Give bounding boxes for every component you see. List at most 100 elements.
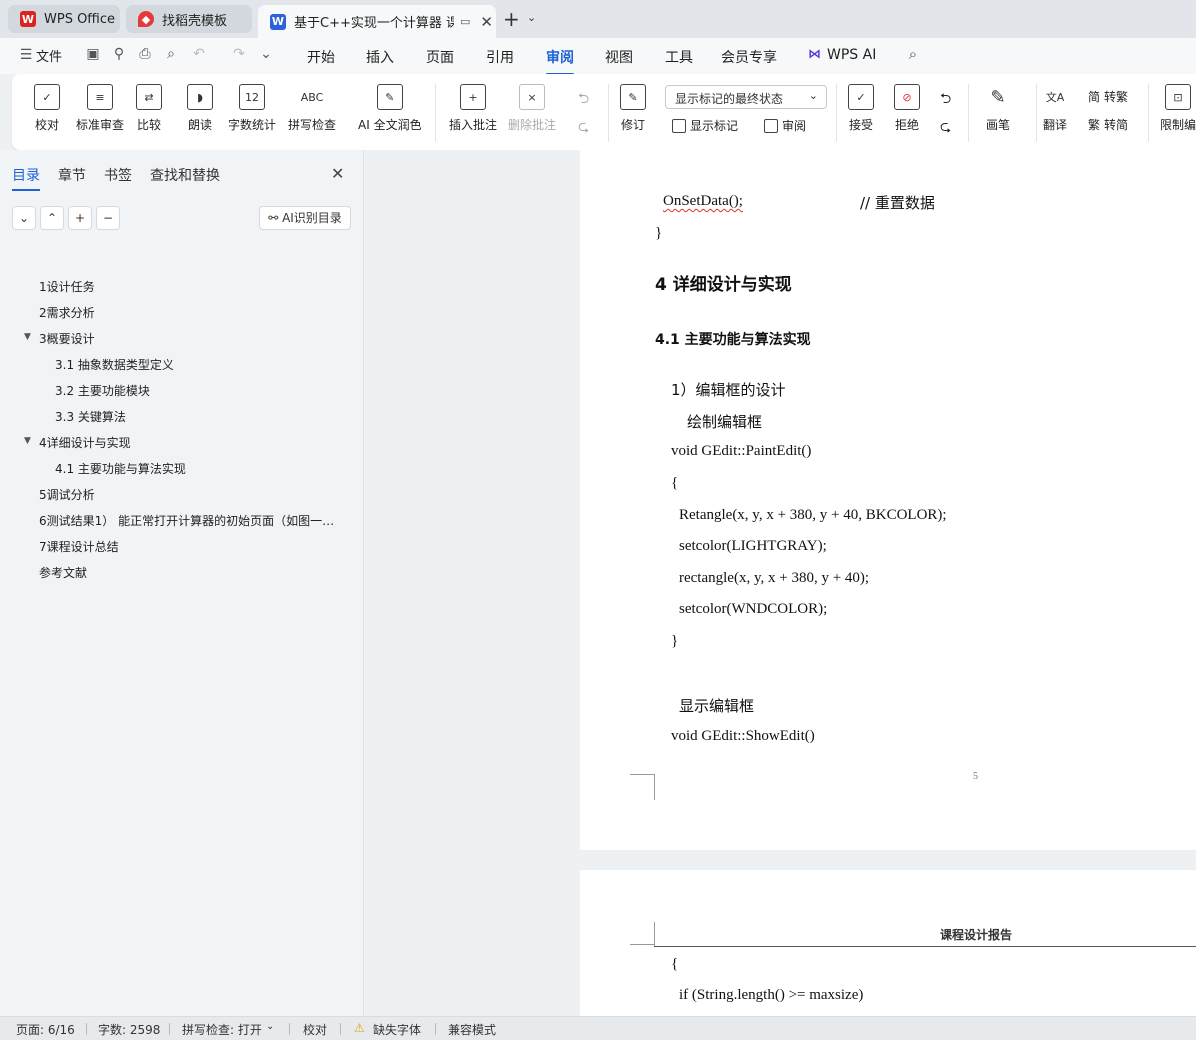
proofread-button[interactable]: ✓ 校对: [34, 84, 60, 133]
margin-mark: [630, 774, 654, 775]
menu-wps-ai[interactable]: WPS AI: [827, 47, 876, 63]
word-count-button[interactable]: 12 字数统计: [228, 84, 276, 133]
new-tab-button[interactable]: +: [503, 7, 520, 31]
save-icon[interactable]: ▣: [85, 46, 101, 62]
insert-comment-button[interactable]: + 插入批注: [449, 84, 497, 133]
tab-label: 基于C++实现一个计算器 课程: [294, 16, 454, 31]
toc-item[interactable]: 6测试结果1） 能正常打开计算器的初始页面（如图一…: [39, 512, 339, 529]
compat-mode-indicator[interactable]: 兼容模式: [448, 1021, 496, 1038]
link-icon[interactable]: ⚲: [111, 46, 127, 62]
close-icon[interactable]: ✕: [331, 164, 344, 183]
toc-item[interactable]: 5调试分析: [39, 486, 95, 503]
accept-button[interactable]: ✓ 接受: [848, 84, 874, 133]
word-count-indicator[interactable]: 字数: 2598: [98, 1021, 160, 1038]
nav-tab-toc[interactable]: 目录: [12, 165, 40, 191]
toc-item[interactable]: 7课程设计总结: [39, 538, 119, 555]
more-chevron-icon[interactable]: ⌄: [258, 46, 274, 62]
review-pane-button[interactable]: 审阅: [764, 117, 806, 134]
ai-polish-button[interactable]: ✎ AI 全文润色: [358, 84, 422, 133]
toc-item[interactable]: 3.2 主要功能模块: [55, 382, 150, 399]
search-icon[interactable]: ⌕: [905, 46, 921, 62]
divider: [968, 84, 969, 142]
prev-comment-icon[interactable]: ⮌: [578, 88, 589, 112]
collapse-all-icon[interactable]: ⌄: [12, 206, 36, 230]
close-tab-icon[interactable]: ✕: [480, 13, 493, 31]
docer-logo-icon: ◆: [138, 11, 154, 27]
std-review-button[interactable]: ≡ 标准审查: [76, 84, 124, 133]
revise-button[interactable]: ✎ 修订: [620, 84, 646, 133]
toc-item[interactable]: 参考文献: [39, 564, 87, 581]
std-review-icon: ≡: [87, 84, 113, 110]
menu-tools[interactable]: 工具: [665, 47, 693, 67]
code-line: if (String.length() >= maxsize): [679, 987, 864, 1003]
next-comment-icon[interactable]: ⮎: [578, 116, 589, 140]
page-header: 课程设计报告: [940, 928, 1013, 942]
delete-comment-button[interactable]: × 删除批注: [508, 84, 556, 133]
tab-template[interactable]: ◆ 找稻壳模板: [126, 5, 252, 33]
divider: [1036, 84, 1037, 142]
pen-button[interactable]: ✎ 画笔: [985, 84, 1011, 133]
next-change-icon[interactable]: ⮎: [940, 116, 951, 140]
show-marks-button[interactable]: 显示标记: [672, 117, 738, 134]
menu-start[interactable]: 开始: [307, 47, 335, 67]
chevron-down-icon[interactable]: ⌄: [527, 11, 536, 24]
spell-check-indicator[interactable]: 拼写检查: 打开: [182, 1021, 262, 1038]
to-traditional-button[interactable]: 简转繁: [1088, 88, 1128, 105]
nav-tab-chapter[interactable]: 章节: [58, 165, 86, 185]
menu-page[interactable]: 页面: [426, 47, 454, 67]
compare-button[interactable]: ⇄ 比较: [136, 84, 162, 133]
hamburger-icon[interactable]: ☰: [18, 47, 34, 63]
document-page[interactable]: 课程设计报告 { if (String.length() >= maxsize): [580, 870, 1196, 1016]
tab-document[interactable]: W 基于C++实现一个计算器 课程 ▭ ✕: [258, 5, 496, 38]
wps-logo-icon: W: [20, 11, 36, 27]
restrict-edit-button[interactable]: ⊡ 限制编: [1160, 84, 1196, 133]
prev-change-icon[interactable]: ⮌: [940, 88, 951, 112]
print-icon[interactable]: ⎙: [137, 46, 153, 62]
ai-toc-button[interactable]: ⚯ AI识别目录: [259, 206, 351, 230]
expand-triangle-icon[interactable]: ▼: [24, 332, 31, 342]
undo-icon[interactable]: ↶: [191, 46, 207, 62]
pen-icon: ✎: [990, 86, 1006, 108]
menu-view[interactable]: 视图: [605, 47, 633, 67]
toc-item[interactable]: 4.1 主要功能与算法实现: [55, 460, 186, 477]
toc-item[interactable]: 3.1 抽象数据类型定义: [55, 356, 174, 373]
add-heading-icon[interactable]: +: [68, 206, 92, 230]
expand-triangle-icon[interactable]: ▼: [24, 436, 31, 446]
divider: [836, 84, 837, 142]
toc-item[interactable]: 3概要设计: [39, 330, 95, 347]
tab-wps-office[interactable]: W WPS Office: [8, 5, 120, 33]
remove-heading-icon[interactable]: −: [96, 206, 120, 230]
read-aloud-button[interactable]: ◗ 朗读: [187, 84, 213, 133]
monitor-icon[interactable]: ▭: [460, 15, 470, 28]
toc-item[interactable]: 2需求分析: [39, 304, 95, 321]
spell-check-button[interactable]: ABC 拼写检查: [288, 84, 336, 133]
toc-item[interactable]: 4详细设计与实现: [39, 434, 131, 451]
toc-item[interactable]: 1设计任务: [39, 278, 95, 295]
nav-tab-bookmark[interactable]: 书签: [104, 165, 132, 185]
expand-up-icon[interactable]: ⌃: [40, 206, 64, 230]
page-indicator[interactable]: 页面: 6/16: [16, 1021, 75, 1038]
document-page[interactable]: OnSetData(); // 重置数据 } 4 详细设计与实现 4.1 主要功…: [580, 150, 1196, 850]
missing-font-indicator[interactable]: 缺失字体: [373, 1021, 421, 1038]
menu-member[interactable]: 会员专享: [721, 47, 777, 67]
chevron-down-icon: ⌄: [808, 89, 818, 102]
nav-tab-find-replace[interactable]: 查找和替换: [150, 165, 220, 185]
menu-review[interactable]: 审阅: [546, 47, 574, 75]
translate-button[interactable]: 文A 翻译: [1042, 84, 1068, 133]
menu-reference[interactable]: 引用: [486, 47, 514, 67]
menu-insert[interactable]: 插入: [366, 47, 394, 67]
print-preview-icon[interactable]: ⌕: [163, 46, 179, 62]
proofread-indicator[interactable]: 校对: [303, 1021, 327, 1038]
reject-button[interactable]: ⊘ 拒绝: [894, 84, 920, 133]
word-count-icon: 12: [239, 84, 265, 110]
tab-bar: W WPS Office ◆ 找稻壳模板 W 基于C++实现一个计算器 课程 ▭…: [0, 0, 1196, 38]
code-comment: // 重置数据: [860, 194, 935, 212]
redo-icon[interactable]: ↷: [231, 46, 247, 62]
toc-item[interactable]: 3.3 关键算法: [55, 408, 126, 425]
file-menu[interactable]: 文件: [36, 46, 62, 65]
proofread-icon: ✓: [34, 84, 60, 110]
to-simplified-button[interactable]: 繁转简: [1088, 116, 1128, 133]
display-mode-select[interactable]: 显示标记的最终状态 ⌄: [665, 85, 827, 109]
code-line: OnSetData();: [663, 193, 743, 209]
chevron-down-icon[interactable]: ⌄: [266, 1021, 274, 1032]
